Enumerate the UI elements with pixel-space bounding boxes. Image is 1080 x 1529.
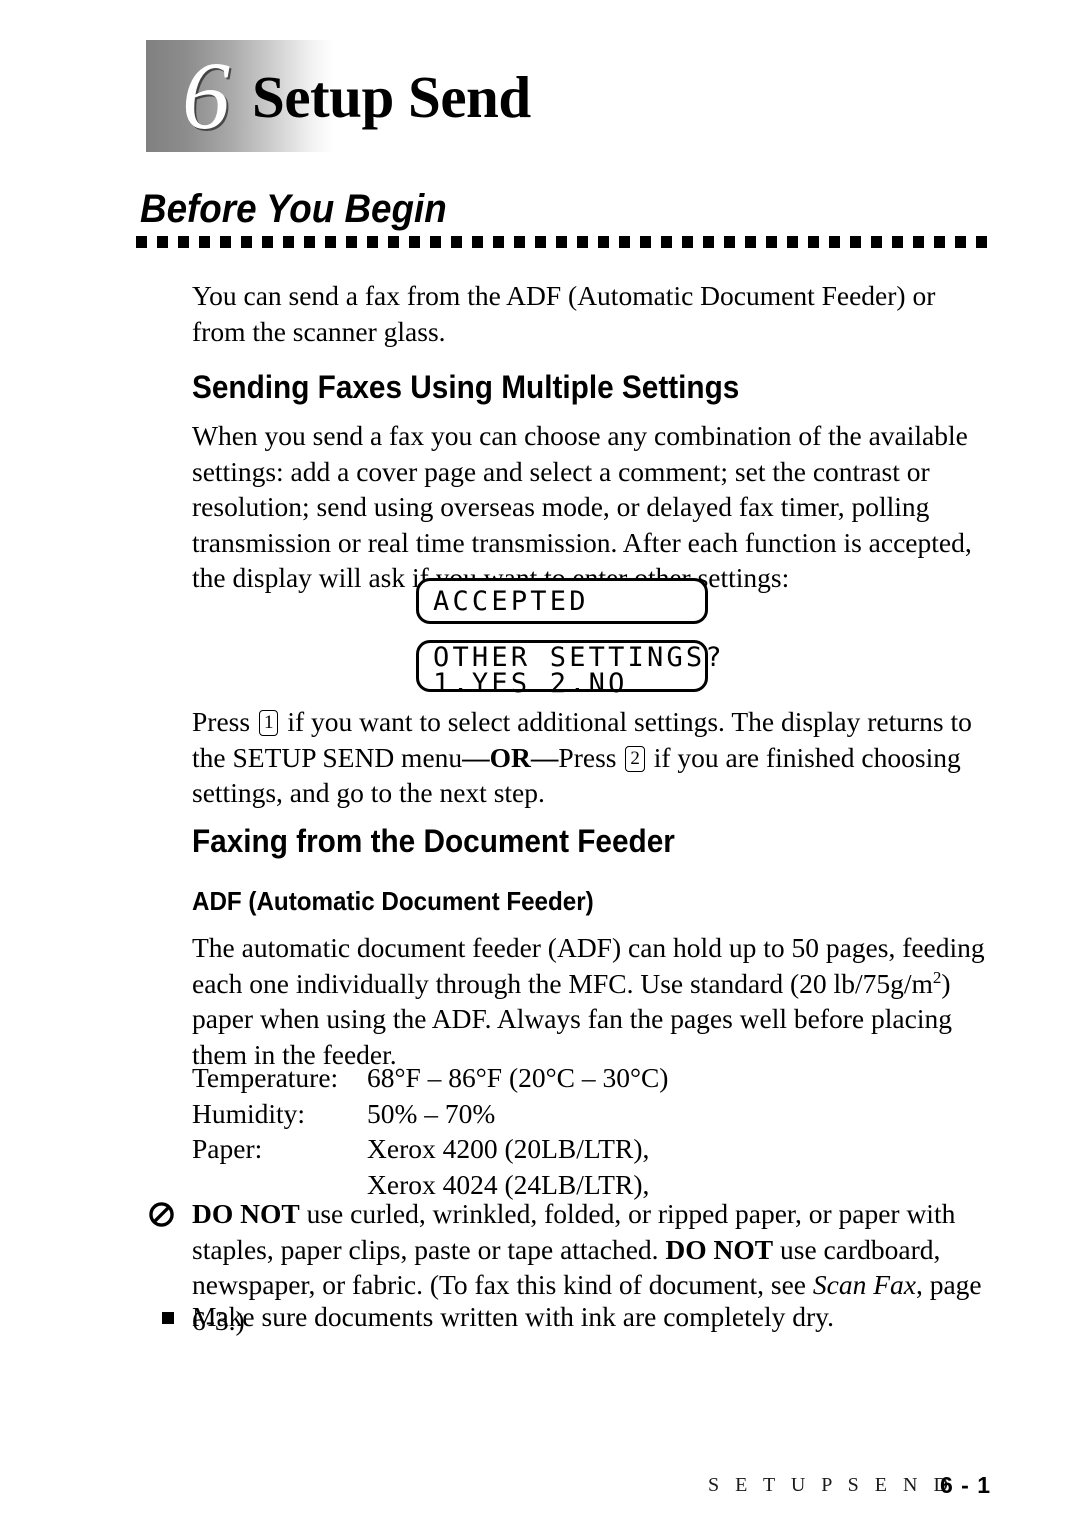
multiple-settings-paragraph: When you send a fax you can choose any c… bbox=[192, 420, 972, 593]
section-heading: Before You Begin bbox=[140, 187, 447, 231]
spec-row: Temperature: 68°F – 86°F (20°C – 30°C) bbox=[192, 1060, 668, 1096]
adf-paragraph-part1: The automatic document feeder (ADF) can … bbox=[192, 932, 985, 999]
dotted-rule-divider bbox=[136, 236, 992, 248]
spec-row: Humidity: 50% – 70% bbox=[192, 1096, 668, 1132]
bullet-notice: Make sure documents written with ink are… bbox=[148, 1299, 993, 1335]
press-key-instruction: Press 1 if you want to select additional… bbox=[192, 704, 992, 811]
heading-sending-faxes: Sending Faxes Using Multiple Settings bbox=[192, 369, 740, 405]
heading-faxing-document-feeder: Faxing from the Document Feeder bbox=[192, 823, 675, 859]
bullet-notice-text: Make sure documents written with ink are… bbox=[192, 1301, 834, 1332]
instruction-text-part1: Press bbox=[192, 706, 257, 737]
spec-value: 50% – 70% bbox=[367, 1097, 496, 1129]
prohibition-icon bbox=[149, 1202, 174, 1227]
lcd-line-2: 1.YES 2.NO bbox=[433, 668, 628, 699]
lcd-display-accepted: ACCEPTED bbox=[416, 578, 708, 624]
adf-specifications-list: Temperature: 68°F – 86°F (20°C – 30°C) Hu… bbox=[192, 1060, 668, 1202]
chapter-title: Setup Send bbox=[252, 64, 531, 130]
spec-label: Humidity: bbox=[192, 1097, 306, 1129]
chapter-number: 6 bbox=[182, 42, 230, 149]
notice-bold-1: DO NOT bbox=[192, 1198, 300, 1229]
instruction-text-part3: Press bbox=[558, 741, 624, 773]
chapter-header: 6 Setup Send bbox=[0, 36, 1080, 156]
spec-value: 68°F – 86°F (20°C – 30°C) bbox=[367, 1062, 669, 1093]
intro-paragraph: You can send a fax from the ADF (Automat… bbox=[192, 280, 936, 347]
key-1-icon: 1 bbox=[258, 710, 279, 736]
lcd-display-other-settings: OTHER SETTINGS? 1.YES 2.NO bbox=[416, 640, 722, 697]
square-bullet-icon bbox=[162, 1312, 174, 1324]
key-2-icon: 2 bbox=[625, 745, 645, 772]
lcd-line-1: ACCEPTED bbox=[433, 586, 589, 617]
spec-label: Temperature: bbox=[192, 1062, 339, 1093]
footer-section-title: S E T U P S E N D bbox=[708, 1474, 954, 1496]
instruction-or-separator: —OR— bbox=[462, 741, 559, 773]
notice-italic-reference: Scan Fax bbox=[812, 1269, 916, 1300]
spec-value: Xerox 4200 (20LB/LTR), bbox=[367, 1133, 650, 1164]
spec-label: Paper: bbox=[192, 1133, 263, 1164]
spec-row: Paper: Xerox 4200 (20LB/LTR), bbox=[192, 1131, 668, 1167]
subheading-adf: ADF (Automatic Document Feeder) bbox=[192, 886, 594, 916]
footer-page-number: 6 - 1 bbox=[940, 1472, 992, 1498]
adf-paragraph: The automatic document feeder (ADF) can … bbox=[192, 930, 997, 1072]
notice-bold-2: DO NOT bbox=[665, 1233, 774, 1265]
